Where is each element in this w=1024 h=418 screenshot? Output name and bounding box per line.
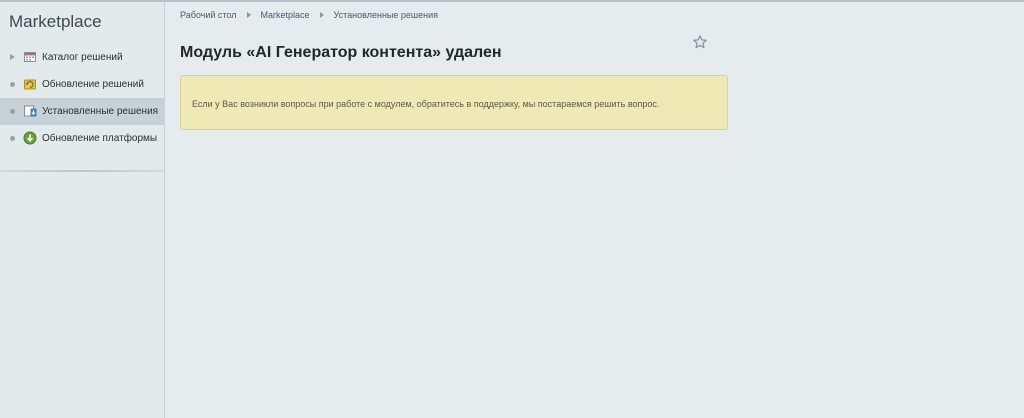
expand-arrow-icon[interactable]: [10, 54, 15, 60]
page-title: Модуль «AI Генератор контента» удален: [180, 43, 502, 61]
catalog-icon: [24, 52, 36, 62]
breadcrumb-separator-icon: [246, 12, 251, 18]
sidebar-item-label: Обновление решений: [42, 79, 144, 90]
notice-box: Если у Вас возникли вопросы при работе с…: [180, 75, 728, 130]
sidebar-item-installed-solutions[interactable]: Установленные решения: [0, 98, 164, 125]
sidebar-title: Marketplace: [9, 12, 102, 31]
sidebar-item-label: Каталог решений: [42, 52, 123, 63]
update-solutions-icon: [24, 79, 36, 90]
bullet-icon: [10, 109, 15, 114]
notice-text: Если у Вас возникли вопросы при работе с…: [192, 99, 660, 109]
sidebar-item-label: Обновление платформы: [42, 133, 158, 144]
main-content: Рабочий стол Marketplace Установленные р…: [165, 2, 1024, 418]
installed-solutions-icon: [24, 105, 37, 117]
sidebar-divider: [0, 170, 164, 172]
platform-update-icon: [23, 131, 37, 145]
sidebar-item-label: Установленные решения: [42, 106, 159, 117]
breadcrumb: Рабочий стол Marketplace Установленные р…: [180, 10, 438, 20]
sidebar: Marketplace Каталог решений Обновление р…: [0, 2, 165, 418]
breadcrumb-desktop-link[interactable]: Рабочий стол: [180, 10, 237, 20]
sidebar-item-update-solutions[interactable]: Обновление решений: [0, 71, 164, 98]
sidebar-menu: Каталог решений Обновление решений Устан…: [0, 44, 164, 152]
sidebar-item-catalog[interactable]: Каталог решений: [0, 44, 164, 71]
breadcrumb-separator-icon: [319, 12, 324, 18]
favorite-star-icon[interactable]: [692, 34, 708, 50]
sidebar-item-platform-update[interactable]: Обновление платформы: [0, 125, 164, 152]
bullet-icon: [10, 136, 15, 141]
breadcrumb-marketplace-link[interactable]: Marketplace: [261, 10, 310, 20]
bullet-icon: [10, 82, 15, 87]
breadcrumb-installed-solutions-link[interactable]: Установленные решения: [334, 10, 438, 20]
